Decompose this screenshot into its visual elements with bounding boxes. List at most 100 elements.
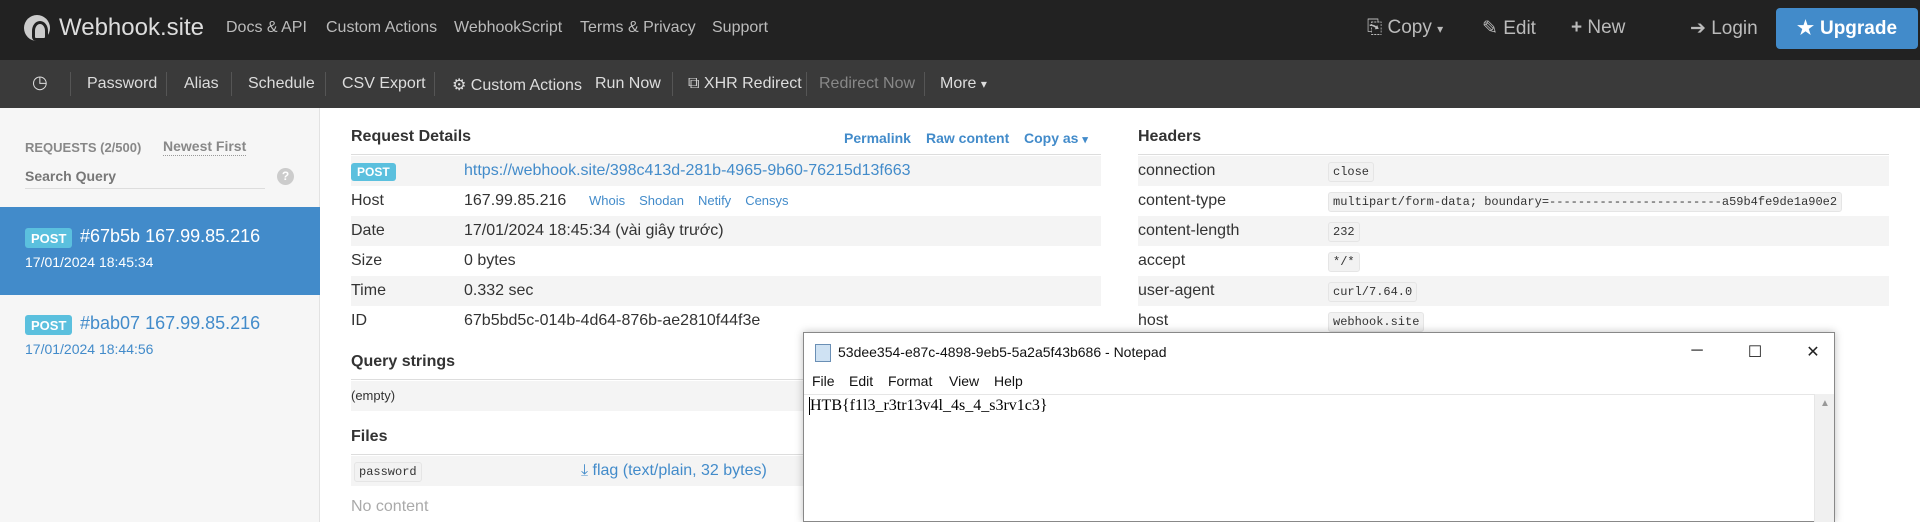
toolbar-schedule[interactable]: Schedule [248,75,315,93]
login-icon: ➔ [1690,18,1706,39]
toolbar-custom-actions-label: Custom Actions [470,77,582,94]
divider [806,72,807,96]
nav-support[interactable]: Support [712,19,768,37]
method-badge: POST [25,228,73,248]
detail-key: Host [351,192,384,209]
vertical-scrollbar[interactable]: ▲ [1814,394,1834,522]
clock-icon[interactable]: ◷ [32,72,48,93]
new-button[interactable]: + New [1571,17,1625,39]
divider [70,72,71,96]
censys-link[interactable]: Censys [745,193,788,208]
menu-format[interactable]: Format [888,373,932,389]
requests-sidebar: REQUESTS (2/500) Newest First Search Que… [0,108,320,522]
whois-link[interactable]: Whois [589,193,625,208]
nav-webhookscript[interactable]: WebhookScript [454,19,562,37]
toolbar-password[interactable]: Password [87,75,157,93]
header-key: connection [1138,162,1216,179]
permalink-link[interactable]: Permalink [844,130,911,146]
edit-icon: ✎ [1482,18,1498,39]
toolbar-csv-export[interactable]: CSV Export [342,75,426,93]
query-strings-heading: Query strings [351,353,456,370]
toolbar-redirect-now[interactable]: Redirect Now [819,75,915,93]
download-icon: ⤓ [581,462,589,479]
new-label: New [1587,17,1626,38]
toolbar-custom-actions[interactable]: ⚙ Custom Actions [452,75,582,95]
divider [231,72,232,96]
header-key: accept [1138,252,1186,269]
notepad-title: 53dee354-e87c-4898-9eb5-5a2a5f43b686 - N… [838,344,1167,360]
request-details-heading: Request Details [351,128,472,145]
headers-heading: Headers [1138,128,1202,145]
copy-as-dropdown[interactable]: Copy as ▾ [1024,130,1088,146]
divider [1138,154,1889,155]
requests-count: REQUESTS (2/500) [25,140,142,155]
notepad-icon [815,344,831,362]
clipboard-icon: ⎘ [1367,17,1383,38]
edit-button[interactable]: ✎ Edit [1482,17,1536,40]
divider [166,72,167,96]
notepad-window: 53dee354-e87c-4898-9eb5-5a2a5f43b686 - N… [803,332,1835,522]
divider [351,154,1101,155]
copy-as-label: Copy as [1024,130,1079,146]
divider [672,72,673,96]
login-button[interactable]: ➔ Login [1690,17,1758,40]
close-icon[interactable]: ✕ [1803,342,1823,362]
toolbar-alias[interactable]: Alias [184,75,219,93]
edit-label: Edit [1503,18,1536,39]
detail-value: 17/01/2024 18:45:34 (vài giây trước) [464,222,724,239]
header-value: multipart/form-data; boundary=----------… [1328,186,1843,216]
nav-custom-actions[interactable]: Custom Actions [326,19,437,37]
brand[interactable]: Webhook.site [24,14,204,42]
request-title: #bab07 167.99.85.216 [80,313,261,333]
netify-link[interactable]: Netify [698,193,731,208]
menu-edit[interactable]: Edit [849,373,873,389]
notepad-content: HTB{f1l3_r3tr13v4l_4s_4_s3rv1c3} [810,397,1048,414]
minimize-icon[interactable]: ─ [1687,342,1707,360]
maximize-icon[interactable]: ☐ [1745,342,1765,362]
file-download-link[interactable]: ⤓ flag (text/plain, 32 bytes) [581,456,767,486]
menu-help[interactable]: Help [994,373,1023,389]
help-icon[interactable]: ? [277,168,294,185]
request-item[interactable]: POST #bab07 167.99.85.216 17/01/2024 18:… [0,294,320,382]
detail-value: 67b5bd5c-014b-4d64-876b-ae2810f44f3e [464,312,761,329]
notepad-text-area[interactable]: HTB{f1l3_r3tr13v4l_4s_4_s3rv1c3} [804,394,1814,522]
upgrade-button[interactable]: ★ Upgrade [1776,8,1918,49]
toolbar-xhr-redirect[interactable]: ⧉ XHR Redirect [688,75,802,93]
search-query-input[interactable]: Search Query [25,167,265,189]
raw-content-link[interactable]: Raw content [926,130,1009,146]
request-item[interactable]: POST #67b5b 167.99.85.216 17/01/2024 18:… [0,207,320,295]
copy-dropdown[interactable]: ⎘ Copy ▾ [1367,17,1443,39]
header-row: connection close [1138,156,1889,186]
request-time: 17/01/2024 18:45:34 [25,254,154,270]
notepad-menubar: File Edit Format View Help [804,371,1834,391]
detail-value: 0 bytes [464,252,516,269]
header-key: user-agent [1138,282,1215,299]
detail-key: Date [351,222,385,239]
file-download-label: flag (text/plain, 32 bytes) [592,462,767,479]
gear-icon: ⚙ [452,77,467,94]
shodan-link[interactable]: Shodan [639,193,684,208]
files-heading: Files [351,428,388,445]
caret-down-icon: ▾ [980,77,987,91]
scroll-up-icon[interactable]: ▲ [1820,398,1830,409]
detail-value: 167.99.85.216 [464,192,567,209]
toolbar-run-now[interactable]: Run Now [595,75,661,93]
url-toolbar: ◷ Password Alias Schedule CSV Export ⚙ C… [0,60,1920,108]
header-value: curl/7.64.0 [1328,276,1418,306]
caret-down-icon: ▾ [1437,22,1444,36]
caret-down-icon: ▾ [1082,134,1088,146]
header-key: content-length [1138,222,1240,239]
brand-name: Webhook.site [59,14,204,41]
toolbar-more[interactable]: More ▾ [940,75,987,93]
plus-icon: + [1571,17,1583,38]
sort-order-toggle[interactable]: Newest First [163,138,247,156]
file-field-name: password [354,456,422,486]
menu-view[interactable]: View [949,373,979,389]
top-navbar: Webhook.site Docs & API Custom Actions W… [0,0,1920,60]
notepad-titlebar[interactable]: 53dee354-e87c-4898-9eb5-5a2a5f43b686 - N… [804,333,1834,371]
menu-file[interactable]: File [812,373,835,389]
header-row: content-type multipart/form-data; bounda… [1138,186,1889,216]
nav-docs-api[interactable]: Docs & API [226,19,307,37]
nav-terms-privacy[interactable]: Terms & Privacy [580,19,696,37]
request-url-link[interactable]: https://webhook.site/398c413d-281b-4965-… [464,156,911,186]
